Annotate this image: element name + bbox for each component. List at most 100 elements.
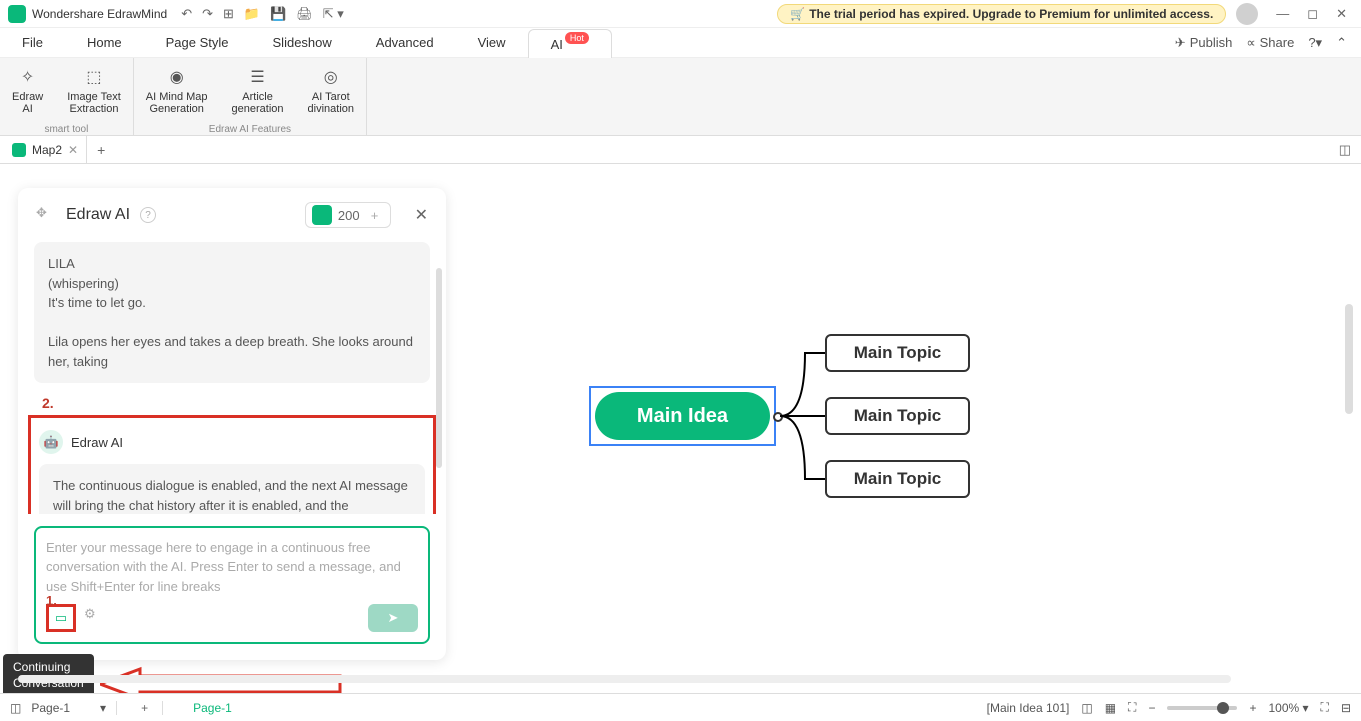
edraw-ai-button[interactable]: ✧ Edraw AI [0,58,55,121]
ai-input-toolbar: ▭ ⚙ ➤ [46,604,418,632]
drag-icon[interactable]: ✥ [36,205,56,225]
save-icon[interactable]: 💾 [270,6,286,22]
send-button[interactable]: ➤ [368,604,418,632]
app-title: Wondershare EdrawMind [32,7,167,21]
zoom-value[interactable]: 100% ▾ [1268,701,1308,715]
connectors [770,334,830,504]
add-page-button[interactable]: + [127,701,163,715]
redo-icon[interactable]: ↷ [202,6,213,22]
topic-node-3[interactable]: Main Topic [825,460,970,498]
ai-chat-body[interactable]: LILA (whispering) It's time to let go. L… [18,242,446,514]
close-icon[interactable]: ✕ [1336,6,1347,22]
msg1-l4: Lila opens her eyes and takes a deep bre… [48,332,416,371]
tab-close-icon[interactable]: ✕ [68,143,78,157]
collapse-ribbon-icon[interactable]: ⌃ [1336,35,1347,51]
menu-file[interactable]: File [0,28,65,57]
token-badge: 200 + [305,202,391,228]
ai-message-1: LILA (whispering) It's time to let go. L… [34,242,430,383]
ribbon-group-smart: ✧ Edraw AI ⬚ Image Text Extraction smart… [0,58,134,135]
ai-input-box[interactable]: Enter your message here to engage in a c… [34,526,430,645]
zoom-knob[interactable] [1217,702,1229,714]
help-icon[interactable]: ?▾ [1308,35,1322,51]
add-tab-button[interactable]: + [87,142,115,158]
menu-view[interactable]: View [456,28,528,57]
ribbon: ✧ Edraw AI ⬚ Image Text Extraction smart… [0,58,1361,136]
collapse-icon[interactable]: ⊟ [1341,701,1351,715]
ai-input-area: Enter your message here to engage in a c… [18,514,446,661]
ai-close-button[interactable]: ✕ [415,205,428,225]
ribbon-group-features: ◉ AI Mind Map Generation ☰ Article gener… [134,58,367,135]
view-icon-2[interactable]: ▦ [1105,701,1116,715]
ai-message-2-highlight: 🤖 Edraw AI The continuous dialogue is en… [28,415,436,514]
zoom-in-button[interactable]: + [1249,701,1256,715]
fullscreen-icon[interactable]: ⛶ [1321,700,1329,715]
tarot-button[interactable]: ◎ AI Tarot divination [296,58,366,121]
ai-avatar-icon: 🤖 [39,430,63,454]
menu-advanced[interactable]: Advanced [354,28,456,57]
share-button[interactable]: ∝ Share [1246,35,1294,51]
document-tabs: Map2 ✕ + ◫ [0,136,1361,164]
mindmap-gen-button[interactable]: ◉ AI Mind Map Generation [134,58,220,121]
main-idea-node[interactable]: Main Idea [595,392,770,440]
page-dropdown[interactable]: Page-1 ▾ [31,701,117,715]
new-icon[interactable]: ⊞ [223,6,234,22]
topic-node-2[interactable]: Main Topic [825,397,970,435]
trial-text: The trial period has expired. Upgrade to… [809,7,1213,21]
fit-icon[interactable]: ⛶ [1128,700,1136,715]
zoom-out-button[interactable]: − [1148,701,1155,715]
panel-toggle-icon[interactable]: ◫ [1339,142,1351,158]
titlebar: Wondershare EdrawMind ↶ ↷ ⊞ 📁 💾 🖨 ⇱ ▾ 🛒 … [0,0,1361,28]
article-icon: ☰ [246,65,270,89]
canvas[interactable]: ✥ Edraw AI ? 200 + ✕ LILA (whispering) I… [0,164,1361,693]
menubar: File Home Page Style Slideshow Advanced … [0,28,1361,58]
publish-label: Publish [1190,35,1233,50]
group-smart-label: smart tool [0,124,133,135]
menu-home[interactable]: Home [65,28,144,57]
node-info: [Main Idea 101] [987,701,1070,715]
tarot-icon: ◎ [319,65,343,89]
maximize-icon[interactable]: ◻ [1307,6,1318,22]
minimize-icon[interactable]: — [1276,6,1289,22]
help-icon[interactable]: ? [140,207,156,223]
callout-1: 1. [46,593,57,608]
publish-button[interactable]: ✈ Publish [1175,35,1233,51]
quick-toolbar: ↶ ↷ ⊞ 📁 💾 🖨 ⇱ ▾ [181,6,344,22]
extract-icon: ⬚ [82,65,106,89]
zoom-slider[interactable] [1167,706,1237,710]
horizontal-scrollbar[interactable] [18,675,1231,683]
vertical-scrollbar[interactable] [1345,304,1353,414]
continuing-conversation-button[interactable]: ▭ [46,604,76,632]
article-gen-label: Article generation [232,91,284,115]
image-text-button[interactable]: ⬚ Image Text Extraction [55,58,133,121]
article-gen-button[interactable]: ☰ Article generation [220,58,296,121]
zoom-label: 100% [1268,701,1299,715]
cart-icon: 🛒 [790,7,805,21]
topic-node-1[interactable]: Main Topic [825,334,970,372]
tarot-label: AI Tarot divination [308,91,354,115]
open-icon[interactable]: 📁 [244,6,260,22]
trial-banner[interactable]: 🛒 The trial period has expired. Upgrade … [777,4,1226,24]
edraw-ai-label: Edraw AI [12,91,43,115]
user-avatar[interactable] [1236,3,1258,25]
export-icon[interactable]: ⇱ ▾ [323,6,344,22]
outline-icon[interactable]: ◫ [10,701,21,715]
print-icon[interactable]: 🖨 [296,6,313,22]
mindmap-icon: ◉ [165,65,189,89]
add-tokens-button[interactable]: + [366,206,384,224]
settings-icon[interactable]: ⚙ [84,606,108,630]
window-controls: — ◻ ✕ [1276,6,1347,22]
undo-icon[interactable]: ↶ [181,6,192,22]
ai-sender: 🤖 Edraw AI [39,430,425,454]
token-icon [312,205,332,225]
view-icon-1[interactable]: ◫ [1081,701,1092,715]
share-label: Share [1260,35,1295,50]
doc-tab-map2[interactable]: Map2 ✕ [4,136,87,163]
page-active[interactable]: Page-1 [173,701,252,715]
token-count: 200 [338,208,360,223]
menu-slideshow[interactable]: Slideshow [251,28,354,57]
menu-page-style[interactable]: Page Style [144,28,251,57]
ai-panel: ✥ Edraw AI ? 200 + ✕ LILA (whispering) I… [18,188,446,660]
menu-ai[interactable]: AI Hot [528,29,612,58]
ai-scrollbar[interactable] [436,268,442,468]
callout-2: 2. [42,395,430,411]
